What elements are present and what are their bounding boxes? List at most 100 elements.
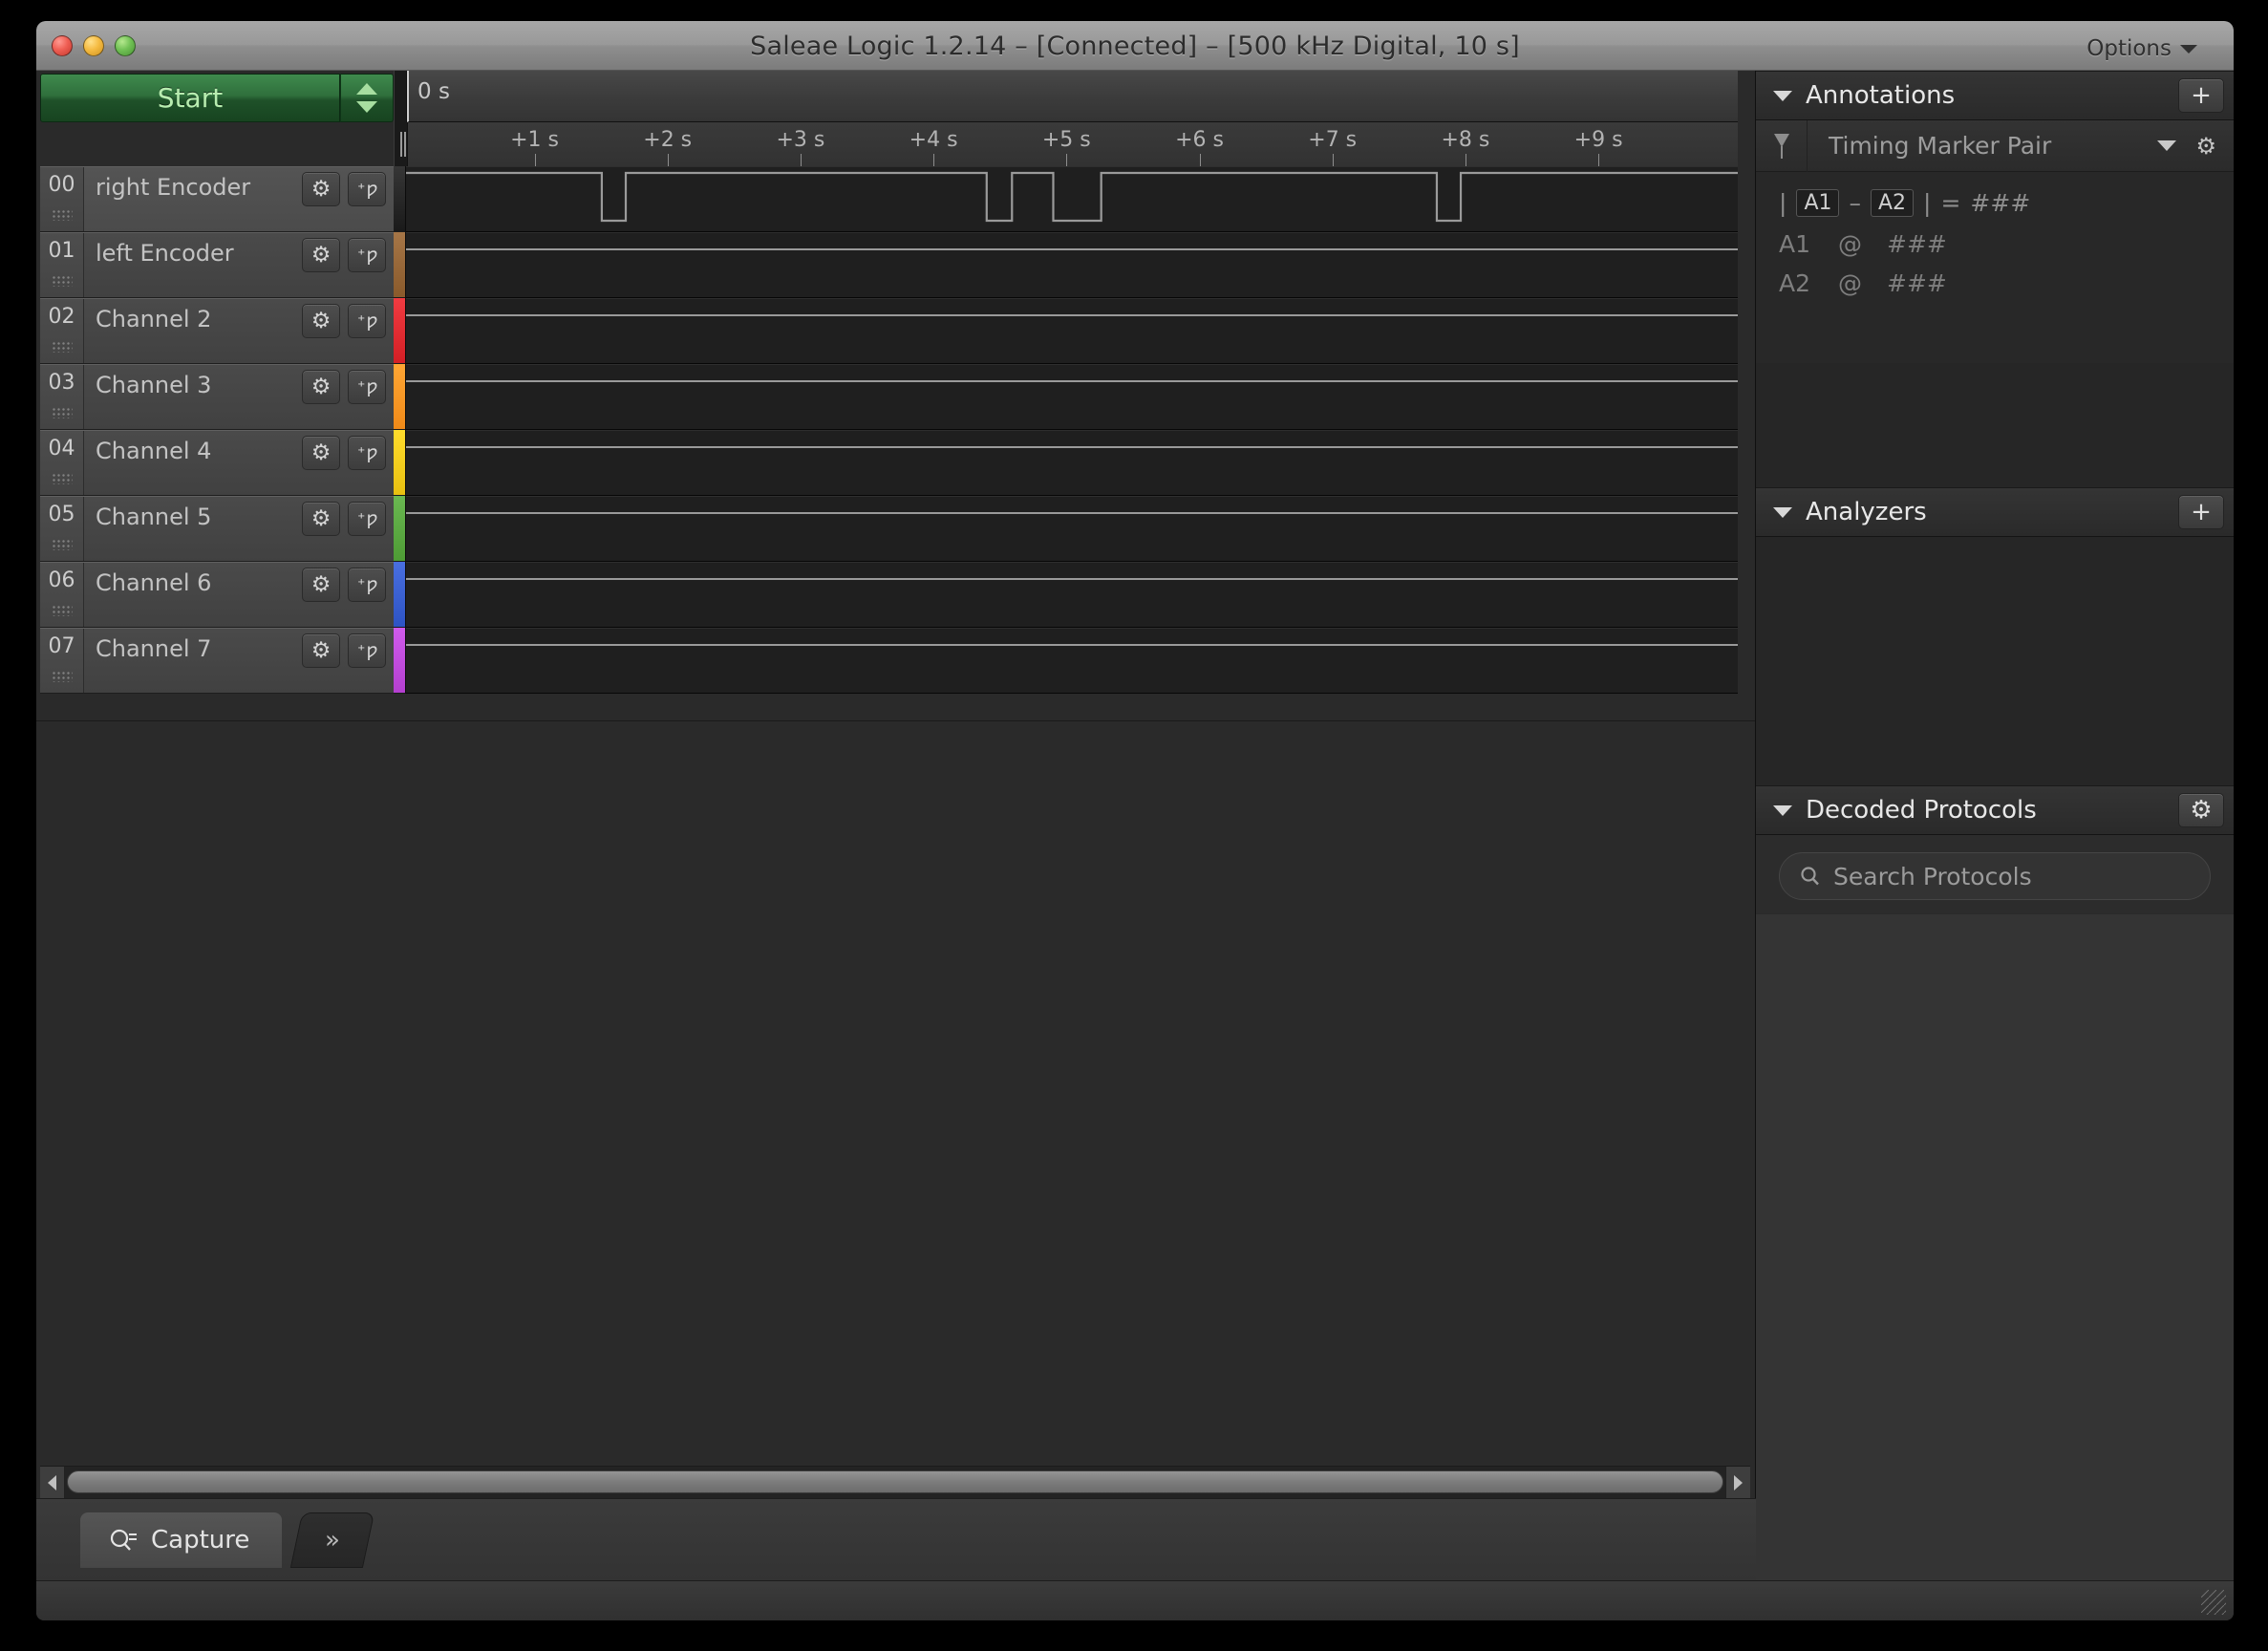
channel-waveform-row[interactable]: [406, 430, 1738, 496]
annotation-selector-row[interactable]: Timing Marker Pair ⚙: [1756, 119, 2234, 172]
add-analyzer-button[interactable]: +: [2178, 495, 2224, 529]
channel-settings-button[interactable]: ⚙: [302, 304, 340, 338]
disclosure-triangle-icon[interactable]: [1773, 804, 1792, 816]
channel-color-strip: [394, 166, 405, 694]
channel-waveform-row[interactable]: [406, 562, 1738, 628]
channel-row[interactable]: 01 left Encoder ⚙ ⁺ƿ: [40, 232, 394, 298]
decoded-protocols-settings-button[interactable]: ⚙: [2178, 793, 2224, 827]
tab-capture[interactable]: Capture: [80, 1512, 283, 1568]
chevron-down-icon[interactable]: [2157, 140, 2177, 151]
start-options-stepper[interactable]: [340, 74, 394, 122]
channel-number: 02: [40, 299, 84, 363]
channel-name-label[interactable]: Channel 2: [84, 299, 302, 363]
drag-grip-icon[interactable]: [52, 473, 73, 484]
channel-settings-button[interactable]: ⚙: [302, 238, 340, 272]
timeline-ruler[interactable]: +1 s +2 s +3 s +4 s +5 s +6 s +7 s +8 s +9 s: [407, 122, 1738, 166]
channel-settings-button[interactable]: ⚙: [302, 568, 340, 602]
channel-waveform-row[interactable]: [406, 364, 1738, 430]
drag-grip-icon[interactable]: [52, 605, 73, 616]
gear-icon: ⚙: [310, 308, 332, 333]
channel-name-label[interactable]: left Encoder: [84, 233, 302, 297]
channel-waveform-row[interactable]: [406, 628, 1738, 694]
channel-trigger-button[interactable]: ⁺ƿ: [348, 304, 386, 338]
scroll-right-button[interactable]: [1725, 1466, 1750, 1499]
channel-trigger-button[interactable]: ⁺ƿ: [348, 633, 386, 668]
ruler-tick-label: +4 s: [909, 128, 958, 152]
start-button-group: Start: [36, 71, 394, 122]
disclosure-triangle-icon[interactable]: [1773, 90, 1792, 101]
gear-icon: ⚙: [310, 637, 332, 663]
channel-waveform-row[interactable]: [406, 166, 1738, 232]
horizontal-scrollbar[interactable]: [40, 1466, 1750, 1499]
drag-grip-icon[interactable]: [52, 341, 73, 353]
panel-resize-handle[interactable]: [394, 122, 407, 166]
channel-name-label[interactable]: Channel 7: [84, 629, 302, 693]
waveform-trace: [406, 167, 1738, 231]
channel-row[interactable]: 00 right Encoder ⚙ ⁺ƿ: [40, 166, 394, 232]
gear-icon: ⚙: [310, 440, 332, 465]
channel-trigger-button[interactable]: ⁺ƿ: [348, 172, 386, 206]
start-button[interactable]: Start: [40, 74, 340, 122]
options-button[interactable]: Options: [2086, 36, 2197, 61]
channel-trigger-button[interactable]: ⁺ƿ: [348, 568, 386, 602]
drag-grip-icon[interactable]: [52, 539, 73, 550]
capture-panel: Start 0 s +1 s +2 s +3 s +4 s +5 s +6 s +7 s +8…: [36, 71, 1756, 1580]
channel-trigger-button[interactable]: ⁺ƿ: [348, 502, 386, 536]
gear-icon[interactable]: ⚙: [2195, 133, 2216, 160]
channel-waveform-row[interactable]: [406, 496, 1738, 562]
arrow-left-icon: [48, 1474, 56, 1490]
waveform-idle-line: [406, 380, 1738, 382]
channel-row[interactable]: 02 Channel 2 ⚙ ⁺ƿ: [40, 298, 394, 364]
channel-waveform-row[interactable]: [406, 232, 1738, 298]
channel-waveform-row[interactable]: [406, 298, 1738, 364]
channel-name-label[interactable]: Channel 3: [84, 365, 302, 429]
main-body: Start 0 s +1 s +2 s +3 s +4 s +5 s +6 s +7 s +8…: [36, 71, 2234, 1580]
disclosure-triangle-icon[interactable]: [1773, 506, 1792, 518]
channel-row[interactable]: 04 Channel 4 ⚙ ⁺ƿ: [40, 430, 394, 496]
search-input[interactable]: Search Protocols: [1779, 852, 2211, 900]
channel-buttons: ⚙ ⁺ƿ: [302, 497, 394, 561]
analyzers-title: Analyzers: [1806, 498, 1927, 526]
marker-a1-chip[interactable]: A1: [1796, 189, 1840, 217]
search-protocols-wrap: Search Protocols: [1756, 835, 2234, 913]
channel-settings-button[interactable]: ⚙: [302, 502, 340, 536]
channel-settings-button[interactable]: ⚙: [302, 436, 340, 470]
trigger-add-icon: ⁺ƿ: [355, 310, 378, 332]
channel-name-label[interactable]: Channel 5: [84, 497, 302, 561]
scrollbar-thumb[interactable]: [67, 1469, 1723, 1493]
channel-settings-button[interactable]: ⚙: [302, 370, 340, 404]
channel-color-bar: [394, 562, 405, 628]
annotations-empty-space: [1756, 363, 2234, 487]
channel-trigger-button[interactable]: ⁺ƿ: [348, 238, 386, 272]
channel-row[interactable]: 06 Channel 6 ⚙ ⁺ƿ: [40, 562, 394, 628]
scrollbar-track[interactable]: [65, 1466, 1725, 1499]
channel-settings-button[interactable]: ⚙: [302, 172, 340, 206]
drag-grip-icon[interactable]: [52, 209, 73, 221]
drag-grip-icon[interactable]: [52, 671, 73, 682]
channel-settings-button[interactable]: ⚙: [302, 633, 340, 668]
tab-expand-button[interactable]: »: [289, 1512, 375, 1568]
trigger-add-icon: ⁺ƿ: [355, 244, 378, 266]
channel-name-label[interactable]: Channel 4: [84, 431, 302, 495]
scroll-left-button[interactable]: [40, 1466, 65, 1499]
channel-row[interactable]: 05 Channel 5 ⚙ ⁺ƿ: [40, 496, 394, 562]
channel-name-label[interactable]: right Encoder: [84, 167, 302, 231]
trigger-add-icon: ⁺ƿ: [355, 507, 378, 529]
window-footer: [36, 1580, 2234, 1620]
channel-trigger-button[interactable]: ⁺ƿ: [348, 436, 386, 470]
channel-number: 01: [40, 233, 84, 297]
channel-row[interactable]: 07 Channel 7 ⚙ ⁺ƿ: [40, 628, 394, 694]
channel-name-label[interactable]: Channel 6: [84, 563, 302, 627]
channel-trigger-button[interactable]: ⁺ƿ: [348, 370, 386, 404]
marker-a2-chip[interactable]: A2: [1870, 189, 1915, 217]
resize-grip[interactable]: [2201, 1590, 2226, 1615]
search-placeholder: Search Protocols: [1833, 862, 2032, 890]
channel-row[interactable]: 03 Channel 3 ⚙ ⁺ƿ: [40, 364, 394, 430]
drag-grip-icon[interactable]: [52, 407, 73, 418]
waveform-area[interactable]: [405, 166, 1738, 694]
channel-color-bar: [394, 364, 405, 430]
channel-color-bar: [394, 430, 405, 496]
add-annotation-button[interactable]: +: [2178, 78, 2224, 113]
drag-grip-icon[interactable]: [52, 275, 73, 287]
channel-buttons: ⚙ ⁺ƿ: [302, 563, 394, 627]
